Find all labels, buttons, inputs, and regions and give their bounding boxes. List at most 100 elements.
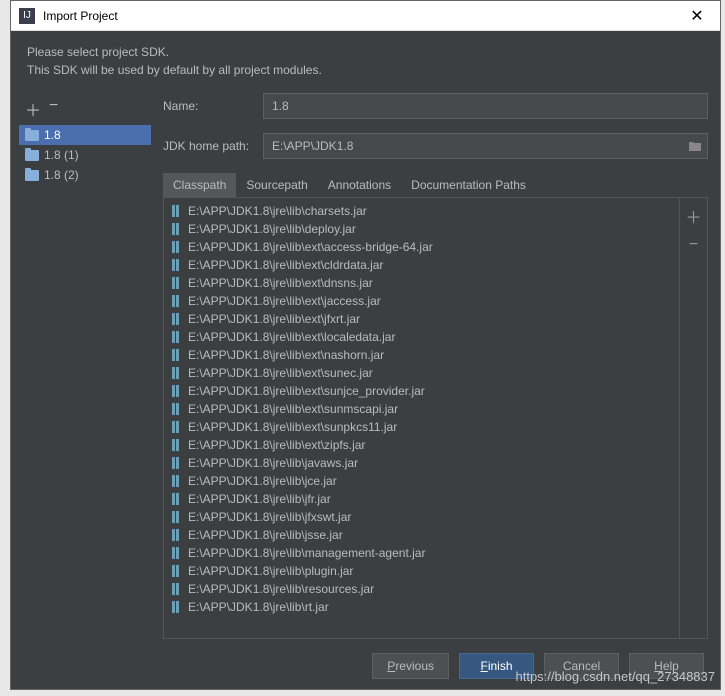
jar-icon (170, 546, 182, 560)
classpath-path: E:\APP\JDK1.8\jre\lib\ext\dnsns.jar (188, 276, 373, 290)
classpath-item[interactable]: E:\APP\JDK1.8\jre\lib\management-agent.j… (164, 544, 679, 562)
classpath-item[interactable]: E:\APP\JDK1.8\jre\lib\jfr.jar (164, 490, 679, 508)
classpath-item[interactable]: E:\APP\JDK1.8\jre\lib\ext\sunpkcs11.jar (164, 418, 679, 436)
right-panel: Name: JDK home path: ClasspathSourcepath… (155, 89, 716, 643)
classpath-path: E:\APP\JDK1.8\jre\lib\ext\sunec.jar (188, 366, 373, 380)
app-icon: IJ (19, 8, 35, 24)
jar-icon (170, 474, 182, 488)
previous-button[interactable]: Previous (372, 653, 449, 679)
jar-icon (170, 204, 182, 218)
help-button[interactable]: Help (629, 653, 704, 679)
remove-sdk-button[interactable]: − (49, 97, 58, 121)
jar-icon (170, 564, 182, 578)
classpath-item[interactable]: E:\APP\JDK1.8\jre\lib\ext\sunmscapi.jar (164, 400, 679, 418)
tab-annotations[interactable]: Annotations (318, 173, 401, 197)
header-line1: Please select project SDK. (27, 43, 704, 61)
classpath-item[interactable]: E:\APP\JDK1.8\jre\lib\deploy.jar (164, 220, 679, 238)
folder-icon (25, 150, 39, 161)
jar-icon (170, 240, 182, 254)
classpath-item[interactable]: E:\APP\JDK1.8\jre\lib\ext\nashorn.jar (164, 346, 679, 364)
classpath-item[interactable]: E:\APP\JDK1.8\jre\lib\ext\sunec.jar (164, 364, 679, 382)
classpath-item[interactable]: E:\APP\JDK1.8\jre\lib\ext\dnsns.jar (164, 274, 679, 292)
add-sdk-button[interactable]: ＋ (25, 97, 41, 121)
finish-button[interactable]: Finish (459, 653, 534, 679)
sdk-tree-item[interactable]: 1.8 (1) (19, 145, 151, 165)
remove-classpath-button[interactable]: − (689, 236, 698, 254)
jar-icon (170, 456, 182, 470)
classpath-path: E:\APP\JDK1.8\jre\lib\ext\nashorn.jar (188, 348, 384, 362)
path-label: JDK home path: (163, 139, 263, 153)
path-input-wrap (263, 133, 708, 159)
sdk-tree-item[interactable]: 1.8 (19, 125, 151, 145)
jar-icon (170, 402, 182, 416)
previous-label: revious (395, 659, 434, 673)
classpath-item[interactable]: E:\APP\JDK1.8\jre\lib\ext\cldrdata.jar (164, 256, 679, 274)
tab-documentation-paths[interactable]: Documentation Paths (401, 173, 536, 197)
classpath-item[interactable]: E:\APP\JDK1.8\jre\lib\ext\zipfs.jar (164, 436, 679, 454)
tab-sourcepath[interactable]: Sourcepath (236, 173, 317, 197)
name-label: Name: (163, 99, 263, 113)
classpath-path: E:\APP\JDK1.8\jre\lib\ext\jaccess.jar (188, 294, 381, 308)
classpath-item[interactable]: E:\APP\JDK1.8\jre\lib\ext\jaccess.jar (164, 292, 679, 310)
classpath-path: E:\APP\JDK1.8\jre\lib\ext\sunpkcs11.jar (188, 420, 397, 434)
folder-icon (25, 130, 39, 141)
browse-folder-icon[interactable] (683, 140, 707, 152)
jar-icon (170, 294, 182, 308)
classpath-list[interactable]: E:\APP\JDK1.8\jre\lib\charsets.jar E:\APP… (164, 198, 679, 638)
classpath-path: E:\APP\JDK1.8\jre\lib\plugin.jar (188, 564, 353, 578)
classpath-item[interactable]: E:\APP\JDK1.8\jre\lib\plugin.jar (164, 562, 679, 580)
path-row: JDK home path: (163, 133, 708, 159)
sdk-item-label: 1.8 (44, 128, 61, 142)
cancel-button[interactable]: Cancel (544, 653, 619, 679)
classpath-path: E:\APP\JDK1.8\jre\lib\jsse.jar (188, 528, 343, 542)
jar-icon (170, 330, 182, 344)
tab-classpath[interactable]: Classpath (163, 173, 236, 197)
tabs: ClasspathSourcepathAnnotationsDocumentat… (163, 173, 708, 198)
jar-icon (170, 510, 182, 524)
jar-icon (170, 276, 182, 290)
finish-label: inish (488, 659, 513, 673)
sdk-tree-item[interactable]: 1.8 (2) (19, 165, 151, 185)
classpath-path: E:\APP\JDK1.8\jre\lib\ext\sunmscapi.jar (188, 402, 398, 416)
classpath-path: E:\APP\JDK1.8\jre\lib\jce.jar (188, 474, 337, 488)
name-input[interactable] (263, 93, 708, 119)
classpath-path: E:\APP\JDK1.8\jre\lib\ext\localedata.jar (188, 330, 395, 344)
classpath-path: E:\APP\JDK1.8\jre\lib\ext\cldrdata.jar (188, 258, 383, 272)
classpath-item[interactable]: E:\APP\JDK1.8\jre\lib\javaws.jar (164, 454, 679, 472)
classpath-item[interactable]: E:\APP\JDK1.8\jre\lib\ext\jfxrt.jar (164, 310, 679, 328)
jar-icon (170, 600, 182, 614)
add-classpath-button[interactable]: ＋ (685, 204, 701, 228)
classpath-item[interactable]: E:\APP\JDK1.8\jre\lib\ext\access-bridge-… (164, 238, 679, 256)
classpath-path: E:\APP\JDK1.8\jre\lib\deploy.jar (188, 222, 356, 236)
jar-icon (170, 492, 182, 506)
classpath-item[interactable]: E:\APP\JDK1.8\jre\lib\jce.jar (164, 472, 679, 490)
jar-icon (170, 348, 182, 362)
classpath-item[interactable]: E:\APP\JDK1.8\jre\lib\ext\sunjce_provide… (164, 382, 679, 400)
close-button[interactable]: ✕ (682, 1, 712, 31)
help-label: elp (663, 659, 679, 673)
jar-icon (170, 528, 182, 542)
jar-icon (170, 582, 182, 596)
classpath-path: E:\APP\JDK1.8\jre\lib\ext\access-bridge-… (188, 240, 433, 254)
classpath-item[interactable]: E:\APP\JDK1.8\jre\lib\jfxswt.jar (164, 508, 679, 526)
classpath-path: E:\APP\JDK1.8\jre\lib\management-agent.j… (188, 546, 425, 560)
classpath-path: E:\APP\JDK1.8\jre\lib\jfr.jar (188, 492, 331, 506)
path-input[interactable] (264, 135, 683, 157)
list-toolbar: ＋ − (679, 198, 707, 638)
window-title: Import Project (43, 9, 682, 23)
classpath-path: E:\APP\JDK1.8\jre\lib\jfxswt.jar (188, 510, 351, 524)
classpath-path: E:\APP\JDK1.8\jre\lib\ext\sunjce_provide… (188, 384, 425, 398)
classpath-item[interactable]: E:\APP\JDK1.8\jre\lib\resources.jar (164, 580, 679, 598)
jar-icon (170, 420, 182, 434)
sidebar-toolbar: ＋ − (19, 93, 151, 125)
classpath-path: E:\APP\JDK1.8\jre\lib\charsets.jar (188, 204, 367, 218)
import-project-dialog: IJ Import Project ✕ Please select projec… (10, 0, 721, 690)
name-row: Name: (163, 93, 708, 119)
classpath-path: E:\APP\JDK1.8\jre\lib\rt.jar (188, 600, 329, 614)
classpath-item[interactable]: E:\APP\JDK1.8\jre\lib\rt.jar (164, 598, 679, 616)
button-bar: Previous Finish Cancel Help (11, 643, 720, 689)
classpath-item[interactable]: E:\APP\JDK1.8\jre\lib\ext\localedata.jar (164, 328, 679, 346)
classpath-item[interactable]: E:\APP\JDK1.8\jre\lib\jsse.jar (164, 526, 679, 544)
classpath-path: E:\APP\JDK1.8\jre\lib\resources.jar (188, 582, 374, 596)
classpath-item[interactable]: E:\APP\JDK1.8\jre\lib\charsets.jar (164, 202, 679, 220)
